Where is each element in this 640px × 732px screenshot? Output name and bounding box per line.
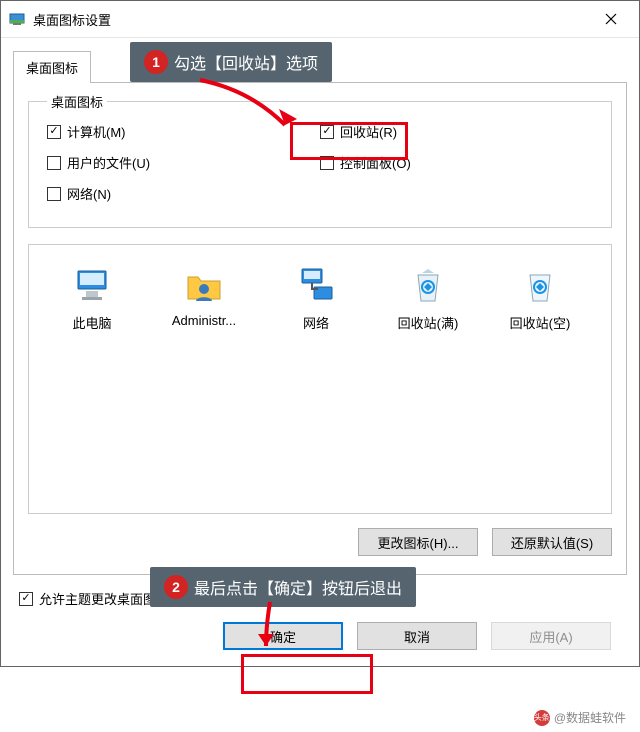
watermark-text: @数据蛙软件 [554, 709, 626, 726]
network-icon [296, 265, 336, 305]
highlight-ok-button [241, 654, 373, 694]
desktop-icons-group: 桌面图标 ✓ 计算机(M) ✓ 回收站(R) 用户的文件(U) 控制 [28, 101, 612, 228]
check-network-label[interactable]: 网络(N) [67, 184, 111, 203]
icon-user-folder[interactable]: Administr... [159, 265, 249, 332]
watermark-icon: 头条 [534, 710, 550, 726]
change-icon-button[interactable]: 更改图标(H)... [358, 528, 478, 556]
icon-recycle-empty[interactable]: 回收站(空) [495, 265, 585, 332]
callout-step1: 1 勾选【回收站】选项 [130, 42, 332, 82]
user-folder-icon [184, 265, 224, 305]
step2-text: 最后点击【确定】按钮后退出 [194, 575, 402, 599]
icon-this-pc[interactable]: 此电脑 [47, 265, 137, 332]
ok-button[interactable]: 确定 [223, 622, 343, 650]
check-userfiles-label[interactable]: 用户的文件(U) [67, 153, 150, 172]
icon-preview-pane: 此电脑 Administr... 网络 [28, 244, 612, 514]
callout-step2: 2 最后点击【确定】按钮后退出 [150, 567, 416, 607]
recycle-empty-icon [520, 265, 560, 305]
check-computer[interactable]: ✓ [47, 125, 61, 139]
cancel-button[interactable]: 取消 [357, 622, 477, 650]
recycle-full-icon [408, 265, 448, 305]
icon-network[interactable]: 网络 [271, 265, 361, 332]
icon-recycle-full[interactable]: 回收站(满) [383, 265, 473, 332]
check-userfiles[interactable] [47, 156, 61, 170]
check-network[interactable] [47, 187, 61, 201]
step2-badge: 2 [164, 575, 188, 599]
close-button[interactable] [591, 7, 631, 31]
pc-icon [72, 265, 112, 305]
titlebar: 桌面图标设置 [1, 1, 639, 38]
check-allow-theme[interactable]: ✓ [19, 592, 33, 606]
check-computer-label[interactable]: 计算机(M) [67, 122, 126, 141]
group-legend: 桌面图标 [47, 92, 107, 111]
apply-button: 应用(A) [491, 622, 611, 650]
watermark: 头条 @数据蛙软件 [534, 709, 626, 726]
window-title: 桌面图标设置 [33, 10, 591, 29]
tab-desktop-icons[interactable]: 桌面图标 [13, 51, 91, 83]
restore-default-button[interactable]: 还原默认值(S) [492, 528, 612, 556]
window-icon [9, 11, 25, 27]
highlight-recycle-check [290, 122, 408, 160]
step1-badge: 1 [144, 50, 168, 74]
step1-text: 勾选【回收站】选项 [174, 50, 318, 74]
